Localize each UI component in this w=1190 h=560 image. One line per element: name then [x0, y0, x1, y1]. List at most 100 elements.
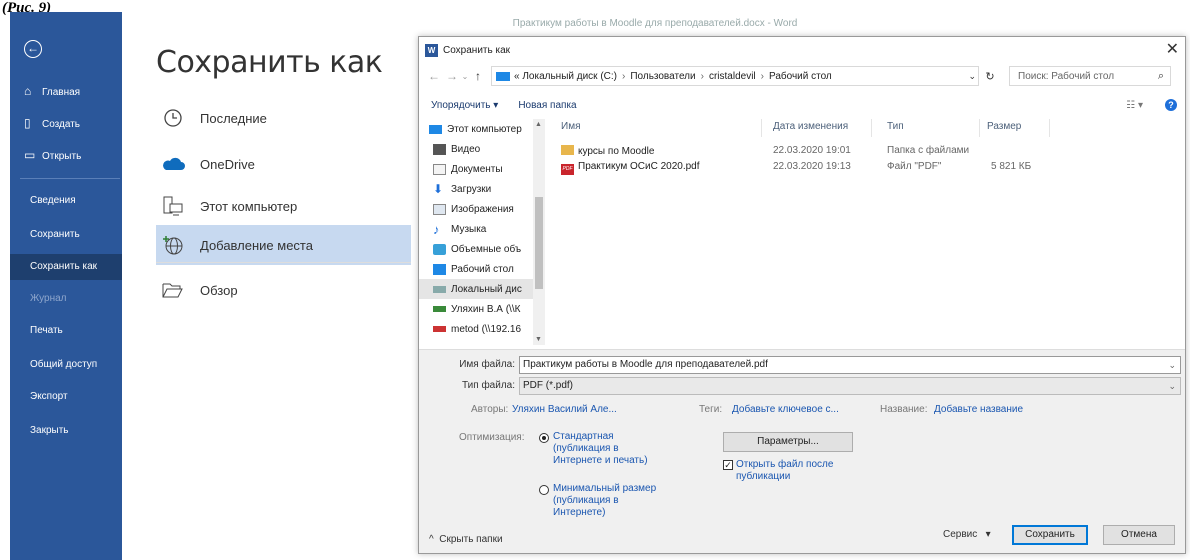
tree-item[interactable]: Объемные объ — [419, 239, 545, 259]
optimize-label: Оптимизация: — [459, 432, 525, 443]
column-header-size[interactable]: Размер — [987, 121, 1021, 132]
window-title: Практикум работы в Moodle для преподават… — [512, 18, 798, 29]
chevron-down-icon[interactable]: ⌄ — [1168, 357, 1176, 373]
column-header-name[interactable]: Имя — [561, 121, 580, 132]
search-input[interactable]: Поиск: Рабочий стол ⌕ — [1009, 66, 1171, 86]
file-row[interactable]: курсы по Moodle 22.03.2020 19:01 Папка с… — [551, 143, 1181, 159]
opt-standard-label[interactable]: Стандартная (публикация в Интернете и пе… — [553, 431, 663, 467]
location-add-place[interactable]: Добавление места — [156, 225, 411, 265]
sidebar-item-info[interactable]: Сведения — [10, 188, 122, 214]
scroll-thumb[interactable] — [535, 197, 543, 289]
chevron-down-icon[interactable]: ⌄ — [1168, 378, 1176, 394]
file-row[interactable]: PDF Практикум ОСиС 2020.pdf 22.03.2020 19… — [551, 159, 1181, 175]
radio-standard[interactable] — [539, 433, 549, 443]
help-icon[interactable]: ? — [1165, 99, 1177, 111]
breadcrumb-users[interactable]: Пользователи — [630, 71, 695, 82]
back-arrow-icon[interactable]: ← — [24, 40, 42, 58]
filetype-select[interactable]: PDF (*.pdf) ⌄ — [519, 377, 1181, 395]
music-icon: ♪ — [433, 221, 440, 237]
scroll-up-icon[interactable]: ▲ — [535, 121, 542, 128]
file-list: Имя Дата изменения Тип Размер курсы по M… — [551, 117, 1181, 345]
breadcrumb-drive[interactable]: Локальный диск (C:) — [522, 71, 617, 82]
up-arrow-icon[interactable]: ↑ — [469, 69, 487, 83]
page-title: Сохранить как — [156, 45, 383, 80]
open-after-label[interactable]: Открыть файл после публикации — [736, 459, 846, 483]
chevron-up-icon: ^ — [429, 534, 434, 545]
title-label: Название: — [880, 404, 928, 415]
sidebar-item-save-as[interactable]: Сохранить как — [10, 254, 122, 280]
sidebar-item-open[interactable]: ▭ Открыть — [10, 142, 122, 168]
browse-folder-icon — [160, 277, 186, 303]
tags-label: Теги: — [699, 404, 723, 415]
tree-item[interactable]: Документы — [419, 159, 545, 179]
chevron-right-icon: › — [621, 70, 626, 82]
authors-field[interactable]: Уляхин Василий Але... — [512, 404, 617, 415]
cancel-button[interactable]: Отмена — [1103, 525, 1175, 545]
location-browse[interactable]: Обзор — [156, 270, 411, 310]
close-icon[interactable]: ✕ — [1166, 39, 1179, 59]
folder-icon — [561, 145, 574, 155]
hide-folders-toggle[interactable]: ^ Скрыть папки — [429, 534, 503, 545]
sidebar-item-export[interactable]: Экспорт — [10, 384, 122, 410]
title-field[interactable]: Добавьте название — [934, 404, 1023, 415]
computer-icon — [429, 124, 442, 134]
breadcrumb-user[interactable]: cristaldevil — [709, 71, 756, 82]
scroll-down-icon[interactable]: ▼ — [535, 336, 542, 343]
radio-minimal[interactable] — [539, 485, 549, 495]
authors-label: Авторы: — [471, 404, 509, 415]
downloads-icon: ⬇ — [433, 181, 444, 196]
network-drive-icon — [433, 306, 446, 312]
documents-icon — [433, 163, 446, 175]
service-menu[interactable]: Сервис ▾ — [943, 529, 991, 540]
tags-field[interactable]: Добавьте ключевое с... — [732, 404, 839, 415]
navigation-tree: Этот компьютер Видео Документы ⬇ Загрузки… — [419, 119, 545, 345]
filename-field[interactable]: Практикум работы в Moodle для преподават… — [519, 356, 1181, 374]
opt-minimal-label[interactable]: Минимальный размер (публикация в Интерне… — [553, 483, 663, 519]
chevron-right-icon: › — [760, 70, 764, 82]
tree-item[interactable]: Уляхин В.А (\\К — [419, 299, 545, 319]
forward-icon[interactable]: → — [443, 69, 461, 83]
tree-item[interactable]: Видео — [419, 139, 545, 159]
tree-item[interactable]: metod (\\192.16 — [419, 319, 545, 339]
backstage-sidebar: ← ⌂ Главная ▯ Создать ▭ Открыть Сведения Со… — [10, 12, 122, 560]
tree-item[interactable]: Этот компьютер — [419, 119, 545, 139]
new-folder-button[interactable]: Новая папка — [518, 100, 576, 111]
tree-item[interactable]: Локальный дис — [419, 279, 545, 299]
cloud-icon — [160, 151, 186, 177]
open-after-checkbox[interactable]: ✓ — [723, 460, 733, 470]
view-options-icon[interactable]: ☷ ▾ — [1126, 100, 1143, 111]
sidebar-item-home[interactable]: ⌂ Главная — [10, 78, 122, 104]
column-header-date[interactable]: Дата изменения — [773, 121, 848, 132]
clock-icon — [160, 105, 186, 131]
location-this-pc[interactable]: Этот компьютер — [156, 186, 411, 226]
tree-scrollbar[interactable]: ▲ ▼ — [533, 119, 545, 345]
location-onedrive[interactable]: OneDrive — [156, 144, 411, 184]
sidebar-item-save[interactable]: Сохранить — [10, 222, 122, 248]
filetype-label: Тип файла: — [462, 380, 515, 391]
sidebar-item-print[interactable]: Печать — [10, 318, 122, 344]
tree-item[interactable]: ♪ Музыка — [419, 219, 545, 239]
3d-objects-icon — [433, 243, 446, 255]
sidebar-item-close[interactable]: Закрыть — [10, 418, 122, 444]
parameters-button[interactable]: Параметры... — [723, 432, 853, 452]
location-recent[interactable]: Последние — [156, 98, 411, 138]
address-bar[interactable]: « Локальный диск (C:) › Пользователи › c… — [491, 66, 979, 86]
back-icon[interactable]: ← — [425, 69, 443, 83]
sidebar-item-share[interactable]: Общий доступ — [10, 352, 122, 378]
tree-item[interactable]: Рабочий стол — [419, 259, 545, 279]
refresh-icon[interactable]: ↻ — [979, 70, 1001, 83]
organize-button[interactable]: Упорядочить ▾ — [431, 100, 498, 111]
chevron-down-icon[interactable]: ⌄ — [968, 71, 976, 82]
column-divider — [761, 119, 762, 137]
breadcrumb-desktop[interactable]: Рабочий стол — [769, 71, 832, 82]
recent-dropdown-icon[interactable]: ⌄ — [461, 72, 469, 81]
new-doc-icon: ▯ — [24, 116, 31, 130]
column-header-type[interactable]: Тип — [887, 121, 904, 132]
tree-item[interactable]: Изображения — [419, 199, 545, 219]
tree-item[interactable]: ⬇ Загрузки — [419, 179, 545, 199]
save-button[interactable]: Сохранить — [1012, 525, 1088, 545]
dialog-title: Сохранить как — [443, 44, 511, 56]
column-divider — [871, 119, 872, 137]
sidebar-item-new[interactable]: ▯ Создать — [10, 110, 122, 136]
locations-divider — [156, 262, 411, 263]
